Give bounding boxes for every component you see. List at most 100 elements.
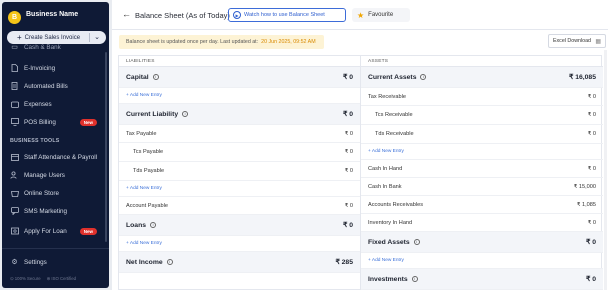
group-row: Capital i ₹ 0 xyxy=(119,67,360,88)
row-label[interactable]: + Add New Entry xyxy=(368,258,404,263)
watch-label: Watch how to use Balance Sheet xyxy=(244,12,325,18)
row-label: Tax Receivable xyxy=(368,93,406,100)
sidebar-item-online-store[interactable]: Online Store xyxy=(2,184,109,202)
info-icon[interactable]: i xyxy=(152,73,159,80)
row-value: ₹ 0 xyxy=(587,93,596,100)
add-new-entry-link[interactable]: + Add New Entry xyxy=(119,181,360,197)
sidebar-item-settings[interactable]: ⚙ Settings xyxy=(2,253,109,271)
group-label-wrap: Capital i xyxy=(126,74,159,81)
secure-badge: ⊙ 100% Secure xyxy=(10,276,41,281)
row-label[interactable]: + Add New Entry xyxy=(126,186,162,191)
play-icon: ▶ xyxy=(233,11,241,19)
add-new-entry-link[interactable]: + Add New Entry xyxy=(361,253,603,269)
new-badge: New xyxy=(79,227,97,235)
row-label[interactable]: + Add New Entry xyxy=(126,93,162,98)
table-row: Inventory In Hand ₹ 0 xyxy=(361,214,603,232)
row-label: Tds Payable xyxy=(133,168,165,174)
sidebar-scrollbar[interactable] xyxy=(105,52,107,242)
favourite-label: Favourite xyxy=(368,12,394,18)
row-value: ₹ 0 xyxy=(587,112,596,118)
row-value: ₹ 15,000 xyxy=(573,183,596,190)
add-new-entry-link[interactable]: + Add New Entry xyxy=(119,88,360,104)
update-notice: Balance sheet is updated once per day. L… xyxy=(119,35,324,49)
row-label: Inventory In Hand xyxy=(368,219,413,226)
sidebar-item-apply-for-loan[interactable]: Apply For Loan New xyxy=(2,222,109,240)
sidebar-item-label: SMS Marketing xyxy=(24,207,68,215)
row-value: ₹ 285 xyxy=(335,259,353,266)
sidebar-item-e-invoicing[interactable]: E-Invoicing xyxy=(2,59,109,77)
row-label: Fixed Assets xyxy=(368,238,410,246)
row-value: ₹ 0 xyxy=(344,149,353,155)
row-value: ₹ 0 xyxy=(586,239,596,246)
table-row: Tds Payable ₹ 0 xyxy=(119,162,360,181)
sidebar-item-automated-bills[interactable]: Automated Bills xyxy=(2,77,109,95)
page-title: Balance Sheet (As of Today) xyxy=(135,11,230,20)
gear-icon: ⚙ xyxy=(11,259,18,266)
row-value: ₹ 0 xyxy=(587,131,596,137)
loan-icon xyxy=(10,227,19,236)
liabilities-column: LIABILITIES Capital i ₹ 0 + Add New Entry Cu… xyxy=(119,56,361,290)
group-label-wrap: Net Income i xyxy=(126,259,173,266)
row-value: ₹ 0 xyxy=(344,202,353,209)
info-icon[interactable]: i xyxy=(420,73,427,80)
group-row: Current Liability i ₹ 0 xyxy=(119,104,360,125)
sidebar: B Business Name + Create Sales Invoice ⌄… xyxy=(2,2,109,288)
notice-timestamp: 20 Jun 2025, 09:52 AM xyxy=(261,39,316,45)
back-arrow-icon[interactable]: ← xyxy=(122,9,131,19)
info-icon[interactable]: i xyxy=(413,238,420,245)
info-icon[interactable]: i xyxy=(411,275,418,282)
group-label-wrap: Loans i xyxy=(126,221,157,229)
row-label: Capital xyxy=(126,73,149,81)
secure-label: 100% Secure xyxy=(14,276,41,281)
info-icon[interactable]: i xyxy=(150,221,157,228)
add-new-entry-link[interactable]: + Add New Entry xyxy=(119,236,360,252)
row-value: ₹ 0 xyxy=(586,276,596,283)
wallet-icon xyxy=(10,100,19,109)
excel-icon: ▦ xyxy=(595,39,601,45)
add-new-entry-link[interactable]: + Add New Entry xyxy=(361,144,603,160)
chevron-down-icon[interactable]: ⌄ xyxy=(94,33,100,41)
sidebar-item-sms-marketing[interactable]: SMS Marketing xyxy=(2,202,109,220)
row-label: Current Assets xyxy=(368,73,417,81)
divider xyxy=(89,33,90,42)
row-value: ₹ 0 xyxy=(343,222,353,229)
sidebar-item-label: Staff Attendance & Payroll xyxy=(24,153,98,161)
row-value: ₹ 0 xyxy=(343,74,353,81)
sms-icon xyxy=(10,207,19,216)
sidebar-item-pos-billing[interactable]: POS Billing New xyxy=(2,113,109,131)
business-name: Business Name xyxy=(26,10,79,18)
excel-label: Excel Download xyxy=(553,38,591,44)
row-value: ₹ 0 xyxy=(343,111,353,118)
main-scrollbar[interactable] xyxy=(604,50,607,290)
info-icon[interactable]: i xyxy=(182,110,189,117)
row-label[interactable]: + Add New Entry xyxy=(126,241,162,246)
info-icon[interactable]: i xyxy=(166,258,173,265)
group-row: Loans i ₹ 0 xyxy=(119,215,360,236)
row-label: Accounts Receivables xyxy=(368,201,424,208)
row-label: Tcs Payable xyxy=(133,149,164,155)
sidebar-item-label: POS Billing xyxy=(24,118,56,126)
sidebar-item-manage-users[interactable]: Manage Users xyxy=(2,166,109,184)
row-value: ₹ 0 xyxy=(344,130,353,137)
balance-sheet-table: LIABILITIES Capital i ₹ 0 + Add New Entry Cu… xyxy=(118,55,603,290)
table-row: Tax Payable ₹ 0 xyxy=(119,125,360,143)
sidebar-item-label: Expenses xyxy=(24,100,52,108)
favourite-button[interactable]: ★ Favourite xyxy=(352,8,410,22)
row-label[interactable]: + Add New Entry xyxy=(368,149,404,154)
row-label: Tcs Receivable xyxy=(375,112,413,118)
monitor-icon xyxy=(10,118,19,127)
sidebar-footer: ⚙ Settings ⊙ 100% Secure ⊛ ISO Certified xyxy=(2,248,109,288)
table-row: Cash In Hand ₹ 0 xyxy=(361,160,603,178)
row-label: Tax Payable xyxy=(126,130,157,137)
sidebar-item-staff-attendance[interactable]: Staff Attendance & Payroll xyxy=(2,148,109,166)
business-switcher[interactable]: B Business Name xyxy=(8,8,78,26)
row-label: Cash In Bank xyxy=(368,183,402,190)
sidebar-item-expenses[interactable]: Expenses xyxy=(2,95,109,113)
sidebar-item-cash-bank[interactable]: ▭ Cash & Bank xyxy=(2,42,109,52)
excel-download-button[interactable]: Excel Download ▦ xyxy=(548,34,606,48)
watch-tutorial-button[interactable]: ▶ Watch how to use Balance Sheet xyxy=(228,8,346,22)
notice-text: Balance sheet is updated once per day. L… xyxy=(126,39,259,45)
bill-icon xyxy=(10,82,19,91)
sidebar-item-label: Automated Bills xyxy=(24,82,68,90)
table-row: Accounts Receivables ₹ 1,085 xyxy=(361,196,603,214)
